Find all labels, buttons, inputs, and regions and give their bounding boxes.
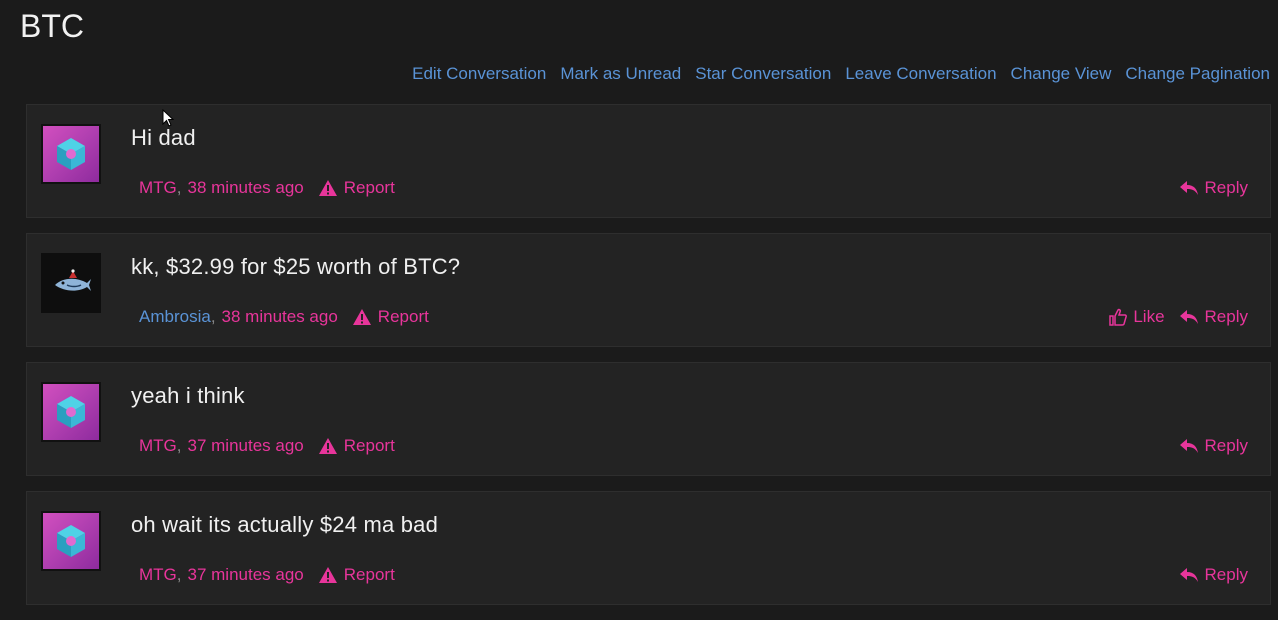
reply-arrow-icon: [1179, 310, 1198, 324]
thumbs-up-icon: [1109, 308, 1128, 326]
cube-avatar-icon: [57, 138, 85, 170]
report-label: Report: [377, 307, 429, 326]
cube-avatar-icon: [57, 525, 85, 557]
message-item: yeah i think MTG, 37 minutes ago Report …: [26, 362, 1271, 476]
message-actions: Reply: [1179, 178, 1248, 198]
separator: ,: [210, 307, 216, 326]
reply-button[interactable]: Reply: [1179, 436, 1248, 456]
report-button[interactable]: Report: [318, 436, 395, 456]
reply-label: Reply: [1204, 565, 1248, 584]
separator: ,: [176, 436, 182, 455]
separator: ,: [176, 565, 182, 584]
author-link[interactable]: MTG: [139, 178, 177, 198]
message-list: Hi dad MTG, 38 minutes ago Report Reply: [26, 104, 1271, 620]
star-conversation-link[interactable]: Star Conversation: [695, 64, 831, 84]
message-actions: Reply: [1179, 436, 1248, 456]
report-button[interactable]: Report: [318, 565, 395, 585]
author-link[interactable]: Ambrosia: [139, 307, 211, 327]
message-text: kk, $32.99 for $25 worth of BTC?: [131, 254, 461, 279]
message-meta: Ambrosia, 38 minutes ago Report: [139, 307, 429, 327]
avatar[interactable]: [41, 253, 101, 313]
cube-avatar-icon: [57, 396, 85, 428]
page-title: BTC: [20, 8, 84, 44]
reply-arrow-icon: [1179, 439, 1198, 453]
report-button[interactable]: Report: [318, 178, 395, 198]
warning-triangle-icon: [318, 438, 337, 454]
avatar[interactable]: [41, 124, 101, 184]
timestamp[interactable]: 38 minutes ago: [222, 307, 338, 327]
mark-as-unread-link[interactable]: Mark as Unread: [560, 64, 681, 84]
message-item: Hi dad MTG, 38 minutes ago Report Reply: [26, 104, 1271, 218]
author-link[interactable]: MTG: [139, 565, 177, 585]
edit-conversation-link[interactable]: Edit Conversation: [412, 64, 546, 84]
reply-label: Reply: [1204, 307, 1248, 326]
message-text: oh wait its actually $24 ma bad: [131, 512, 439, 537]
change-pagination-link[interactable]: Change Pagination: [1125, 64, 1270, 84]
report-button[interactable]: Report: [352, 307, 429, 327]
shark-avatar-icon: [55, 269, 91, 291]
author-link[interactable]: MTG: [139, 436, 177, 456]
reply-button[interactable]: Reply: [1179, 178, 1248, 198]
mouse-cursor-icon: [162, 109, 175, 127]
conversation-actions: Edit Conversation Mark as Unread Star Co…: [412, 64, 1270, 84]
like-label: Like: [1133, 307, 1165, 326]
reply-arrow-icon: [1179, 181, 1198, 195]
message-actions: Like Reply: [1109, 307, 1248, 327]
separator: ,: [176, 178, 182, 197]
avatar[interactable]: [41, 382, 101, 442]
message-meta: MTG, 38 minutes ago Report: [139, 178, 395, 198]
message-text: yeah i think: [131, 383, 245, 408]
message-item: kk, $32.99 for $25 worth of BTC? Ambrosi…: [26, 233, 1271, 347]
reply-button[interactable]: Reply: [1179, 565, 1248, 585]
leave-conversation-link[interactable]: Leave Conversation: [845, 64, 996, 84]
reply-label: Reply: [1204, 436, 1248, 455]
timestamp[interactable]: 37 minutes ago: [188, 565, 304, 585]
change-view-link[interactable]: Change View: [1011, 64, 1112, 84]
warning-triangle-icon: [318, 567, 337, 583]
timestamp[interactable]: 37 minutes ago: [188, 436, 304, 456]
reply-button[interactable]: Reply: [1179, 307, 1248, 327]
reply-label: Reply: [1204, 178, 1248, 197]
message-item: oh wait its actually $24 ma bad MTG, 37 …: [26, 491, 1271, 605]
message-actions: Reply: [1179, 565, 1248, 585]
report-label: Report: [343, 565, 395, 584]
avatar[interactable]: [41, 511, 101, 571]
warning-triangle-icon: [352, 309, 371, 325]
warning-triangle-icon: [318, 180, 337, 196]
reply-arrow-icon: [1179, 568, 1198, 582]
message-meta: MTG, 37 minutes ago Report: [139, 565, 395, 585]
report-label: Report: [343, 178, 395, 197]
message-meta: MTG, 37 minutes ago Report: [139, 436, 395, 456]
like-button[interactable]: Like: [1109, 307, 1165, 327]
timestamp[interactable]: 38 minutes ago: [188, 178, 304, 198]
report-label: Report: [343, 436, 395, 455]
